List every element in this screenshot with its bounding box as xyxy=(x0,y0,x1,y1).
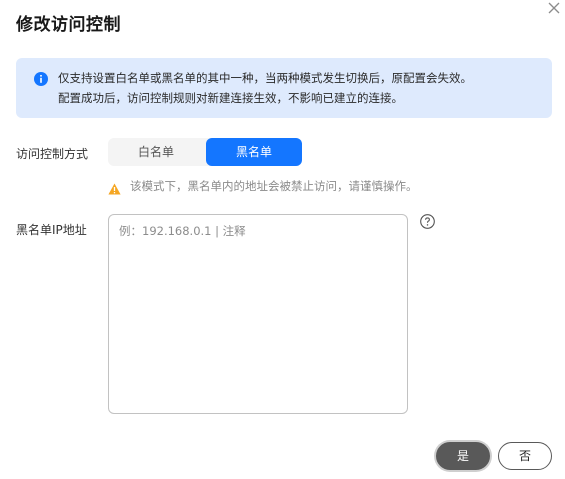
warning-icon xyxy=(108,180,121,195)
mode-label: 访问控制方式 xyxy=(16,147,89,161)
access-control-dialog: 修改访问控制 仅支持设置白名单或黑名单的其中一种，当两种模式发生切换后，原配置会… xyxy=(0,0,565,479)
info-text-line-2: 配置成功后，访问控制规则对新建连接生效，不影响已建立的连接。 xyxy=(58,91,403,105)
mode-segmented-control: 白名单 黑名单 xyxy=(108,138,302,166)
blacklist-option[interactable]: 黑名单 xyxy=(206,138,302,166)
close-icon[interactable] xyxy=(546,0,562,16)
confirm-button[interactable]: 是 xyxy=(436,442,490,470)
dialog-title: 修改访问控制 xyxy=(16,15,121,35)
info-text-line-1: 仅支持设置白名单或黑名单的其中一种，当两种模式发生切换后，原配置会失效。 xyxy=(58,71,472,85)
info-banner: 仅支持设置白名单或黑名单的其中一种，当两种模式发生切换后，原配置会失效。 配置成… xyxy=(16,58,552,118)
ip-list-label: 黑名单IP地址 xyxy=(16,223,87,237)
ip-list-field-wrapper xyxy=(108,214,408,414)
warning-text: 该模式下，黑名单内的地址会被禁止访问，请谨慎操作。 xyxy=(130,179,418,193)
info-icon xyxy=(34,71,48,86)
help-icon[interactable] xyxy=(420,214,435,229)
whitelist-option[interactable]: 白名单 xyxy=(108,138,204,166)
cancel-button[interactable]: 否 xyxy=(498,442,552,470)
ip-list-textarea[interactable] xyxy=(109,215,407,413)
